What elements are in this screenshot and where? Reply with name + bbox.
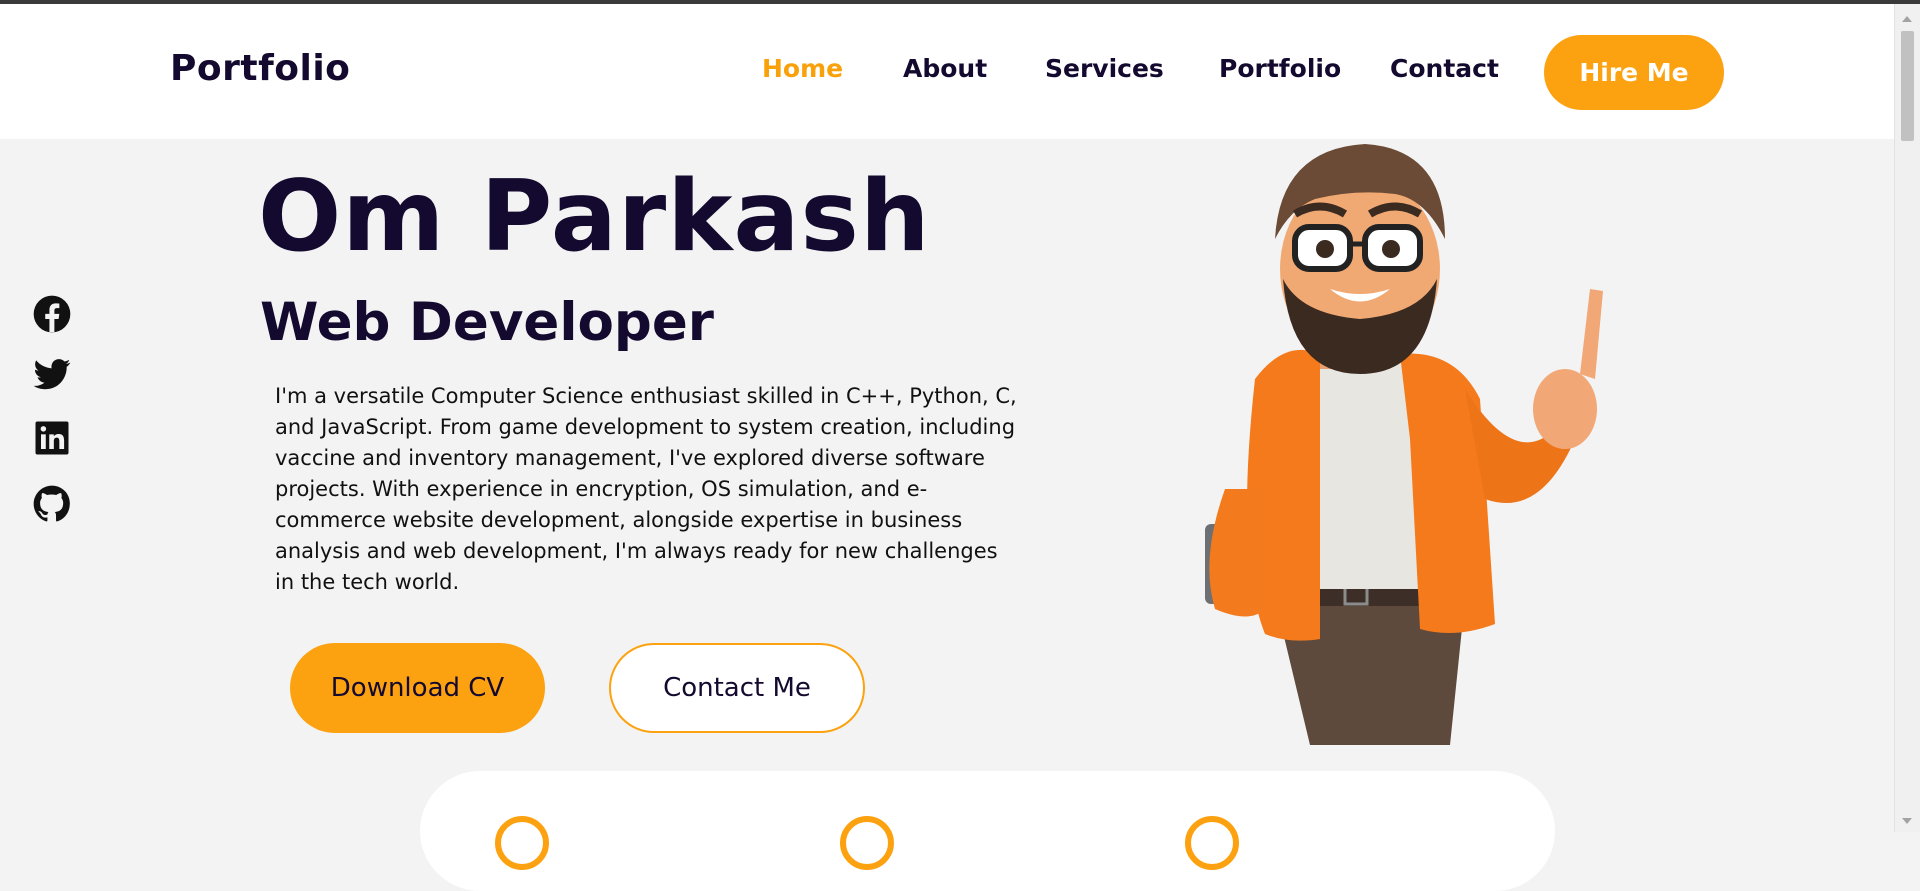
nav-home-link[interactable]: Home — [762, 54, 843, 83]
site-header: Portfolio Home About Services Portfolio … — [0, 4, 1895, 139]
scroll-thumb[interactable] — [1901, 31, 1914, 141]
nav-about-link[interactable]: About — [903, 54, 987, 83]
nav-contact-link[interactable]: Contact — [1390, 54, 1499, 83]
developer-avatar-illustration — [1205, 144, 1603, 745]
hero-role: Web Developer — [260, 292, 714, 353]
hire-me-button[interactable]: Hire Me — [1544, 35, 1724, 110]
nav-services-link[interactable]: Services — [1045, 54, 1164, 83]
service-icon — [495, 816, 549, 870]
linkedin-icon[interactable] — [30, 416, 74, 460]
service-icon — [840, 816, 894, 870]
hero-name: Om Parkash — [258, 160, 931, 274]
vertical-scrollbar[interactable] — [1894, 4, 1920, 832]
download-cv-button[interactable]: Download CV — [290, 643, 545, 733]
contact-me-button[interactable]: Contact Me — [609, 643, 865, 733]
site-logo[interactable]: Portfolio — [170, 48, 350, 89]
services-card — [420, 771, 1555, 891]
nav-portfolio-link[interactable]: Portfolio — [1219, 54, 1341, 83]
scroll-down-arrow-icon[interactable] — [1902, 818, 1912, 824]
hero-bio: I'm a versatile Computer Science enthusi… — [275, 384, 1017, 594]
service-icon — [1185, 816, 1239, 870]
facebook-icon[interactable] — [30, 292, 74, 336]
scroll-up-arrow-icon[interactable] — [1902, 16, 1912, 22]
github-icon[interactable] — [30, 482, 74, 526]
twitter-icon[interactable] — [30, 352, 74, 396]
